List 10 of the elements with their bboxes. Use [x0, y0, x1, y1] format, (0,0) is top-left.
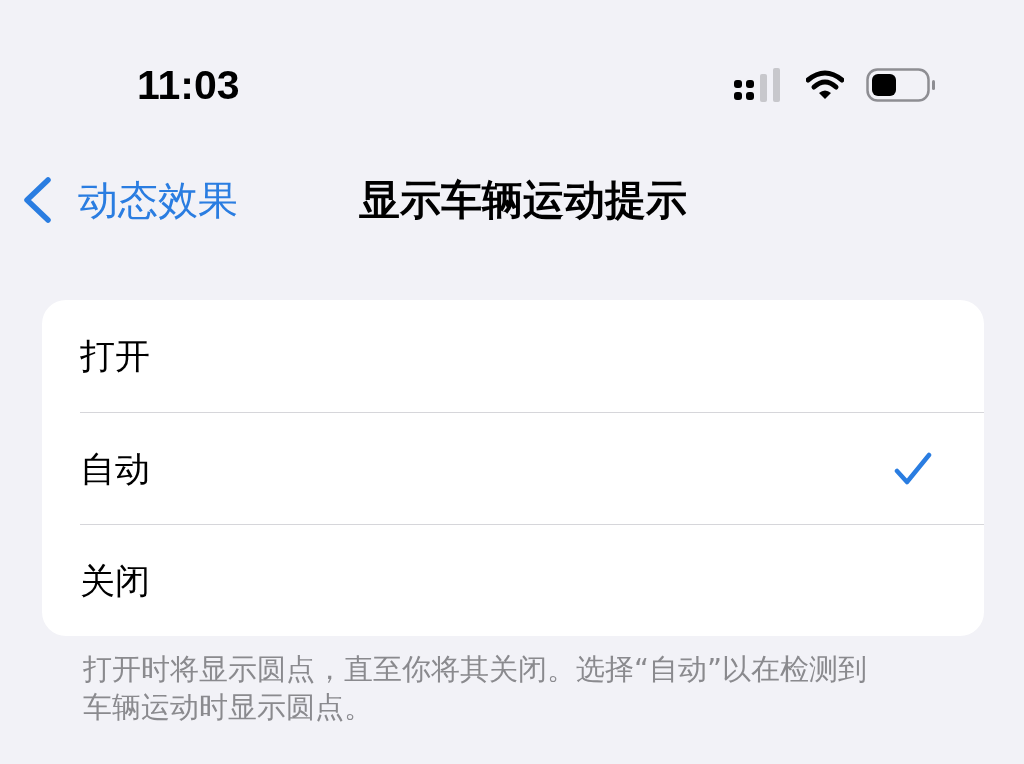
option-row[interactable]: 自动	[42, 412, 984, 524]
option-row[interactable]: 打开	[42, 300, 984, 412]
option-row[interactable]: 关闭	[42, 524, 984, 636]
footer-note: 打开时将显示圆点，直至你将其关闭。选择“自动”以在检测到车辆运动时显示圆点。	[83, 651, 869, 726]
chevron-left-icon	[22, 177, 52, 223]
wifi-icon	[806, 70, 844, 100]
page-title: 显示车辆运动提示	[359, 175, 687, 225]
status-time: 11:03	[137, 61, 240, 110]
back-button[interactable]: 动态效果	[22, 175, 238, 225]
battery-icon	[866, 68, 936, 102]
